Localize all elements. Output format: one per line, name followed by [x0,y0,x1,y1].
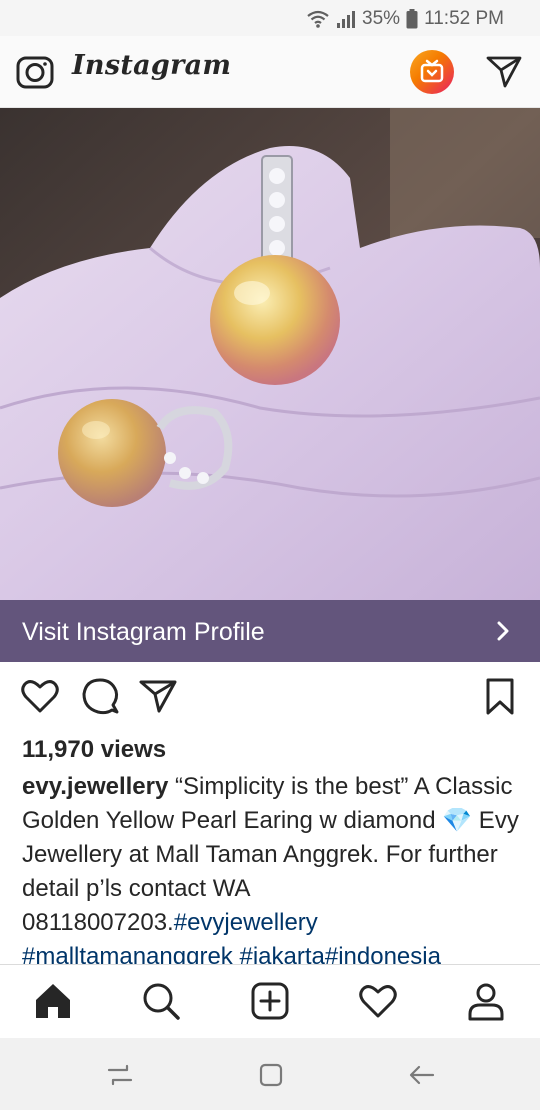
battery-icon [406,9,418,29]
share-icon[interactable] [138,676,178,716]
hashtag[interactable]: #jakarta [239,943,324,966]
like-icon[interactable] [20,676,60,716]
visit-profile-label: Visit Instagram Profile [22,618,265,646]
visit-profile-bar[interactable]: Visit Instagram Profile [0,600,540,662]
signal-icon [337,11,356,28]
caption-username[interactable]: evy.jewellery [22,773,168,800]
comment-icon[interactable] [80,676,120,716]
camera-icon[interactable] [16,54,54,90]
android-nav-bar [0,1038,540,1110]
hashtag[interactable]: #evyjewellery [174,909,318,936]
igtv-icon[interactable] [410,50,454,94]
post-caption: evy.jewellery “Simplicity is the best” A… [22,770,522,966]
new-post-icon[interactable] [250,981,290,1021]
home-icon[interactable] [33,981,73,1021]
status-bar-right: 35% 11:52 PM [306,8,504,30]
status-time: 11:52 PM [424,8,504,29]
post-image[interactable] [0,108,540,600]
post-actions [0,662,540,728]
top-bar: Instagram [0,36,540,108]
activity-icon[interactable] [358,981,398,1021]
home-button-icon[interactable] [256,1060,286,1090]
save-icon[interactable] [480,676,520,716]
back-icon[interactable] [407,1060,437,1090]
search-icon[interactable] [141,981,181,1021]
hashtag[interactable]: #malltamananggrek [22,943,233,966]
wifi-icon [307,10,329,28]
status-bar: 35% 11:52 PM [0,0,540,36]
recent-apps-icon[interactable] [105,1060,135,1090]
chevron-right-icon [497,621,509,641]
view-count: 11,970 views [22,736,167,763]
hashtag[interactable]: #indonesia [325,943,441,966]
bottom-nav [0,964,540,1038]
app-logo: Instagram [72,50,232,81]
direct-message-icon[interactable] [486,55,522,89]
battery-percent: 35% [362,8,401,29]
profile-icon[interactable] [466,981,506,1021]
